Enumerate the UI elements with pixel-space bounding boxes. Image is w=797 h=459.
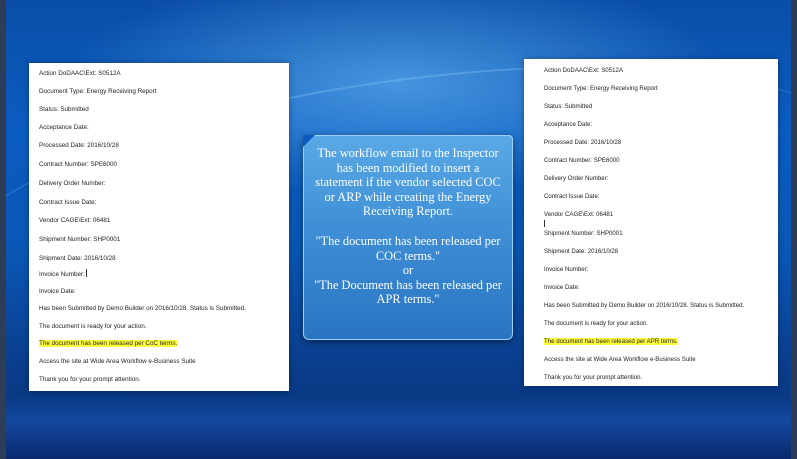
slide-border [0, 0, 797, 459]
